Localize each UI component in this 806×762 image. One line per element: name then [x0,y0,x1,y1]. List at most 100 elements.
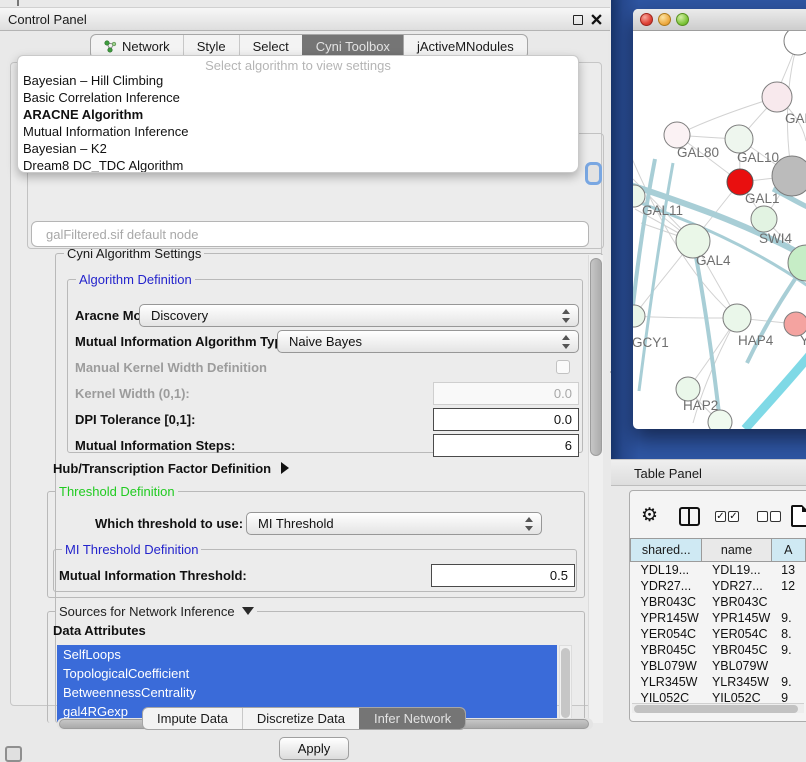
table-row[interactable]: YBR043CYBR043C [631,594,806,610]
float-panel-icon[interactable] [573,15,583,25]
attributes-list-scrollbar[interactable] [559,645,572,722]
kernel-width-label: Kernel Width (0,1): [75,386,190,401]
table-cell: YIL052C [702,690,771,703]
tab-discretize-data[interactable]: Discretize Data [242,708,359,729]
table-cell [771,594,805,610]
dpi-tolerance-label: DPI Tolerance [0,1]: [75,412,195,427]
cyni-bottom-tab-bar: Impute Data Discretize Data Infer Networ… [142,707,466,730]
table-cell: 9. [771,674,805,690]
algorithm-option[interactable]: Bayesian – Hill Climbing [18,72,578,89]
algorithm-option[interactable]: Dream8 DC_TDC Algorithm [18,157,578,173]
algorithm-refresh-button[interactable] [585,162,602,185]
table-panel-toolbar: ⚙ ✓ ✓ [629,498,806,536]
network-node-unnamed-top[interactable] [784,31,806,55]
table-cell: YBL079W [702,658,771,674]
window-minimize-icon[interactable] [658,13,671,26]
network-node-hap4[interactable] [723,304,751,332]
mi-threshold-field[interactable]: 0.5 [431,564,575,587]
network-tab-icon [104,40,117,53]
network-node-gal-pink[interactable] [762,82,792,112]
checkbox-checked-icon[interactable]: ✓ [728,511,739,522]
column-header-cut[interactable]: A [771,539,805,562]
table-cell: YBR045C [702,642,771,658]
algorithm-dropdown-popup: Select algorithm to view settings Bayesi… [17,55,579,173]
apply-button[interactable]: Apply [279,737,349,760]
table-row[interactable]: YBL079WYBL079W [631,658,806,674]
attribute-item[interactable]: SelfLoops [57,645,557,664]
attribute-item[interactable]: BetweennessCentrality [57,683,557,702]
close-panel-icon[interactable] [591,14,602,25]
table-panel-title: Table Panel [634,466,702,481]
threshold-definition-title: Threshold Definition [56,484,178,499]
table-row[interactable]: YDL19...YDL19...13 [631,562,806,578]
table-horizontal-scrollbar[interactable] [632,703,804,713]
algorithm-dropdown-prompt: Select algorithm to view settings [18,56,578,72]
sources-title: Sources for Network Inference [59,604,235,619]
table-row[interactable]: YPR145WYPR145W9. [631,610,806,626]
node-label-swi4: SWI4 [759,231,792,246]
table-cell: YDL19... [631,562,702,578]
network-window-titlebar[interactable] [633,9,806,31]
algorithm-option[interactable]: Bayesian – K2 [18,140,578,157]
control-panel-title: Control Panel [0,12,87,27]
attribute-item[interactable]: TopologicalCoefficient [57,664,557,683]
dpi-tolerance-field[interactable]: 0.0 [433,408,579,431]
node-label-gcy1: GCY1 [633,335,669,350]
table-cell: YDL19... [702,562,771,578]
column-header-name[interactable]: name [702,539,771,562]
table-cell: YBR043C [631,594,702,610]
mi-threshold-label: Mutual Information Threshold: [59,568,247,583]
algorithm-options-list: Bayesian – Hill ClimbingBasic Correlatio… [18,72,578,173]
sources-toggle[interactable]: Sources for Network Inference [56,604,257,619]
algorithm-option[interactable]: ARACNE Algorithm [18,106,578,123]
which-threshold-label: Which threshold to use: [95,516,243,531]
column-header-shared-name[interactable]: shared... [631,539,702,562]
mi-threshold-group-title: MI Threshold Definition [62,542,201,557]
table-cell: YIL052C [631,690,702,703]
tab-infer-network[interactable]: Infer Network [359,708,465,729]
node-label-gal1: GAL1 [745,191,780,206]
hub-definition-toggle[interactable]: Hub/Transcription Factor Definition [53,461,289,476]
network-node-gal10[interactable] [725,125,753,153]
columns-icon[interactable] [679,507,700,526]
window-close-icon[interactable] [640,13,653,26]
mi-type-combo[interactable]: Naive Bayes [277,330,579,353]
network-node-gcy1[interactable] [633,305,645,327]
algorithm-option[interactable]: Mutual Information Inference [18,123,578,140]
mi-steps-field[interactable]: 6 [433,434,579,457]
manual-kernel-checkbox[interactable] [556,360,570,374]
table-cell: YER054C [631,626,702,642]
algorithm-option[interactable]: Basic Correlation Inference [18,89,578,106]
gear-icon[interactable]: ⚙ [641,504,658,527]
which-threshold-value: MI Threshold [258,516,334,531]
combo-stepper-icon [525,517,534,531]
aracne-mode-combo[interactable]: Discovery [139,304,579,327]
node-label-gal-pink: GAL [785,111,806,126]
table-row[interactable]: YLR345WYLR345W9. [631,674,806,690]
window-zoom-icon[interactable] [676,13,689,26]
node-label-gal11: GAL11 [642,203,683,218]
dock-panel-icon[interactable] [5,746,22,762]
network-view-window[interactable]: GALGAL80GAL10GAL1GAL11SWI4GAL4HAP4YGCY1H… [633,9,806,429]
tab-impute-data[interactable]: Impute Data [143,708,242,729]
kernel-width-field[interactable]: 0.0 [433,382,579,405]
node-label-gal10: GAL10 [737,150,779,165]
settings-vertical-scrollbar[interactable] [588,255,603,723]
node-label-gal80: GAL80 [677,145,719,160]
network-node-swi4[interactable] [751,206,777,232]
expanded-arrow-icon [242,607,254,615]
network-selector-combo[interactable]: galFiltered.sif default node [31,221,589,247]
table-cell: YPR145W [702,610,771,626]
which-threshold-combo[interactable]: MI Threshold [246,512,542,535]
checkbox-unchecked-icon[interactable] [757,511,768,522]
document-icon[interactable] [791,505,806,527]
table-cell: YLR345W [702,674,771,690]
checkbox-unchecked-icon[interactable] [770,511,781,522]
table-row[interactable]: YER054CYER054C8. [631,626,806,642]
table-row[interactable]: YBR045CYBR045C9. [631,642,806,658]
network-canvas[interactable]: GALGAL80GAL10GAL1GAL11SWI4GAL4HAP4YGCY1H… [633,31,806,429]
table-row[interactable]: YIL052CYIL052C9 [631,690,806,703]
checkbox-checked-icon[interactable]: ✓ [715,511,726,522]
table-row[interactable]: YDR27...YDR27...12 [631,578,806,594]
table-cell: YBR043C [702,594,771,610]
